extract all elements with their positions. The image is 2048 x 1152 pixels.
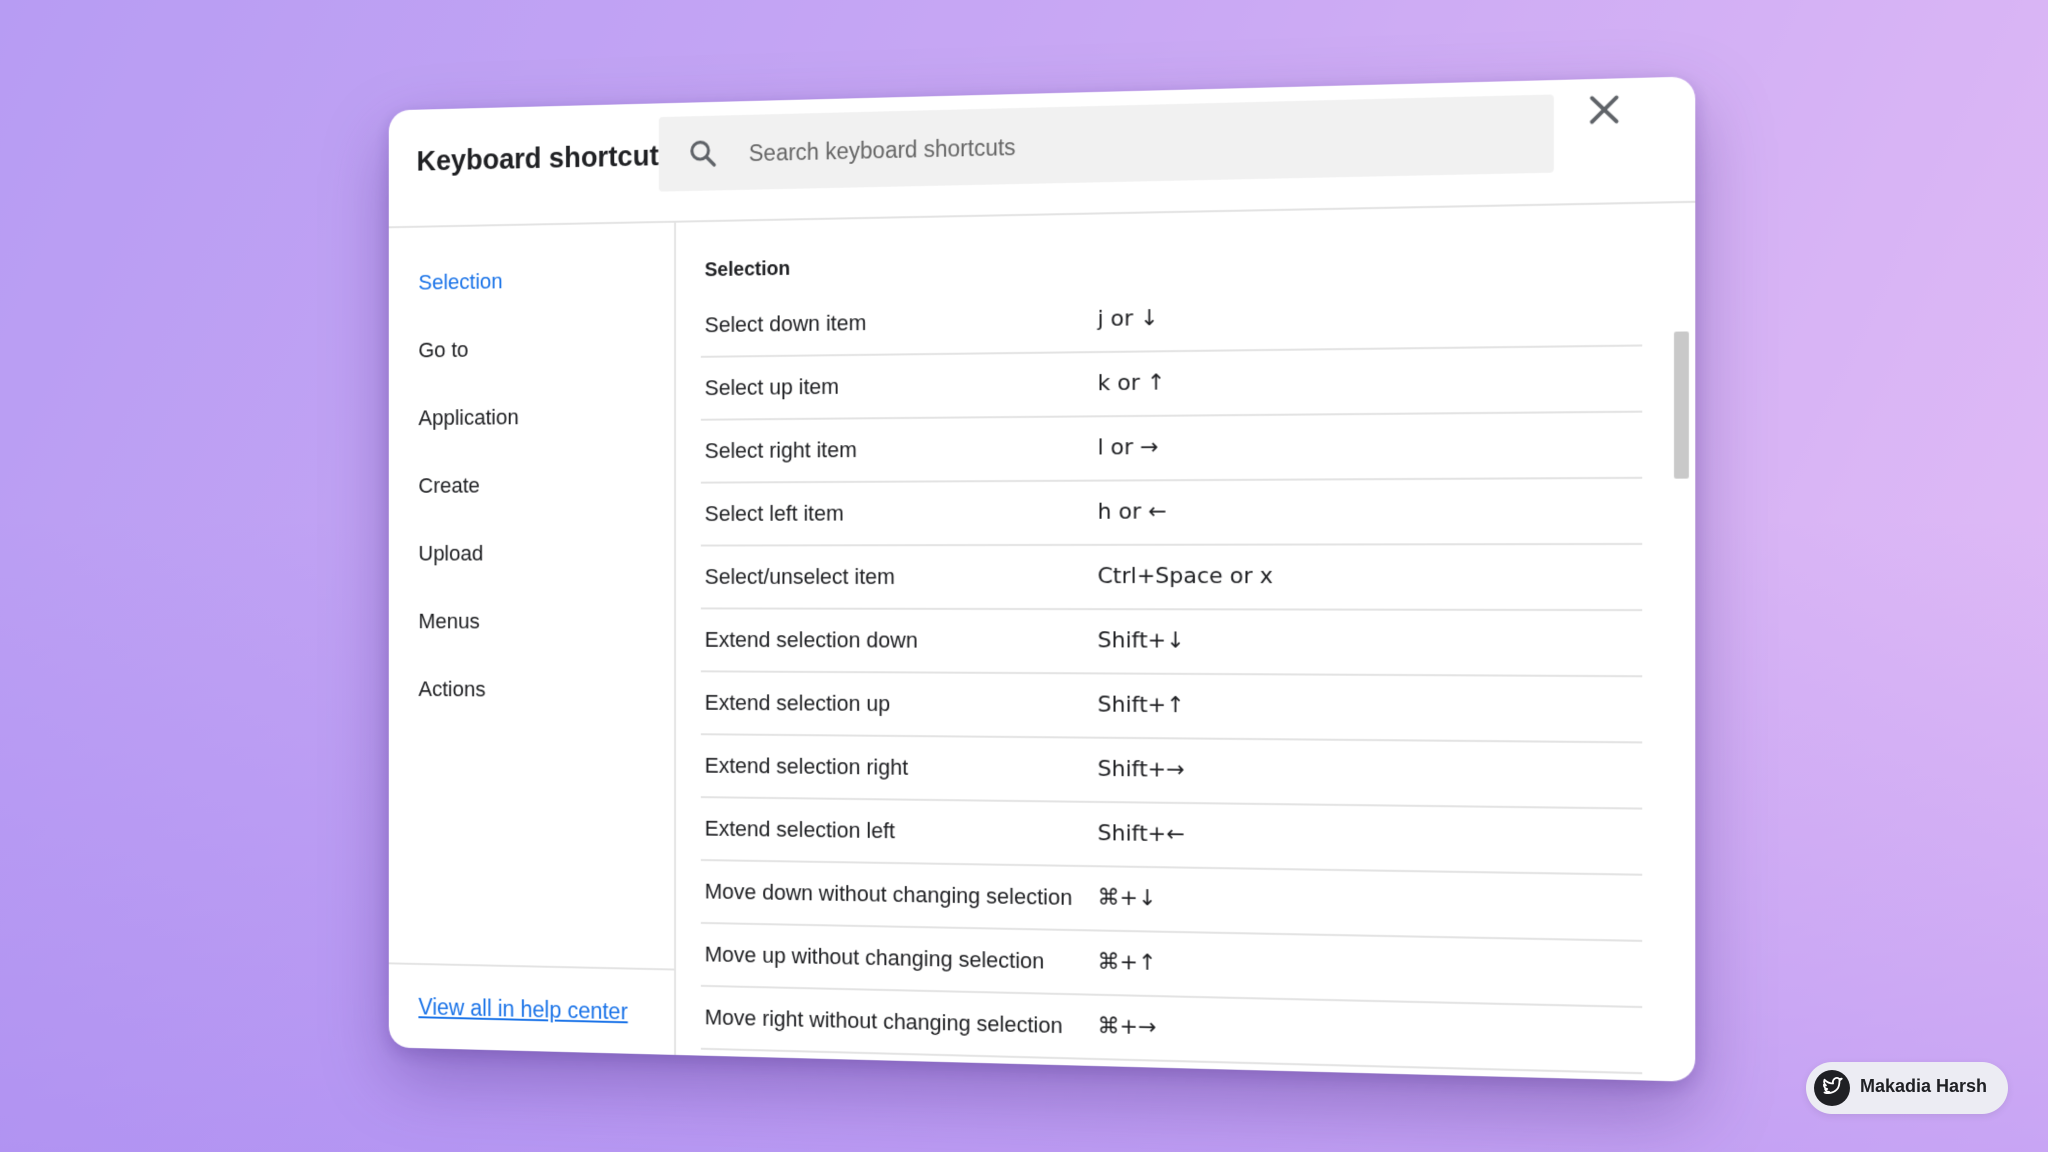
shortcut-row: Select up item k or ↑ [700,346,1643,421]
sidebar-item-application[interactable]: Application [418,405,518,431]
shortcut-action: Select left item [704,500,844,526]
shortcut-keys: l or → [1097,434,1159,461]
shortcut-action: Select/unselect item [704,564,895,589]
shortcut-row: Extend selection up Shift+↑ [700,672,1643,744]
shortcut-keys: k or ↑ [1097,370,1166,397]
dialog-header: Keyboard shortcuts [388,76,1696,229]
dialog-title: Keyboard shortcuts [416,140,675,178]
keyboard-shortcuts-dialog: Keyboard shortcuts Selection Go to Appli… [388,76,1696,1082]
author-badge[interactable]: Makadia Harsh [1806,1062,2008,1114]
shortcuts-panel: Selection Select down item j or ↓ Select… [676,203,1695,1082]
shortcut-row: Select/unselect item Ctrl+Space or x [700,544,1643,612]
shortcut-row: Select down item j or ↓ [700,280,1643,358]
shortcut-keys: ⌘+↓ [1097,885,1157,912]
help-center-link[interactable]: View all in help center [418,994,627,1025]
shortcut-keys: j or ↓ [1097,305,1159,332]
shortcut-keys: Shift+↑ [1097,692,1185,719]
shortcut-action: Extend selection right [704,752,909,780]
search-box[interactable] [658,94,1554,192]
shortcut-row: Select right item l or → [700,412,1643,484]
bird-logo-icon [1814,1070,1850,1106]
shortcut-list: Select down item j or ↓ Select up item k… [700,280,1643,1075]
shortcut-row: Select left item h or ← [700,478,1643,547]
shortcut-row: Extend selection down Shift+↓ [700,609,1643,678]
shortcut-action: Extend selection up [704,690,891,717]
search-input[interactable] [746,114,1512,175]
shortcut-action: Select up item [704,373,840,401]
search-icon [687,137,718,169]
sidebar-footer: View all in help center [388,962,675,1055]
category-sidebar: Selection Go to Application Create Uploa… [388,222,677,1055]
scrollbar-thumb[interactable] [1674,331,1689,479]
shortcut-row: Extend selection right Shift+→ [700,735,1643,810]
close-icon[interactable] [1583,89,1625,131]
shortcut-action: Select right item [704,437,857,463]
sidebar-item-menus[interactable]: Menus [418,609,479,634]
author-name: Makadia Harsh [1860,1076,1988,1096]
sidebar-item-go-to[interactable]: Go to [418,337,468,363]
shortcut-keys: h or ← [1097,499,1167,525]
shortcut-action: Select down item [704,310,867,338]
shortcut-keys: Shift+↓ [1097,628,1185,654]
shortcut-action: Move up without changing selection [704,941,1045,974]
sidebar-item-actions[interactable]: Actions [418,677,485,703]
sidebar-item-selection[interactable]: Selection [418,269,502,296]
shortcut-action: Move right without changing selection [704,1004,1063,1039]
shortcut-keys: Ctrl+Space or x [1097,563,1274,590]
sidebar-item-create[interactable]: Create [418,473,479,499]
shortcut-keys: ⌘+→ [1097,1013,1157,1041]
shortcut-keys: Shift+← [1097,821,1185,848]
shortcut-keys: ⌘+↑ [1097,949,1157,976]
section-title: Selection [704,257,791,282]
shortcut-action: Extend selection left [704,815,896,844]
shortcut-action: Move down without changing selection [704,878,1073,910]
stage: Keyboard shortcuts Selection Go to Appli… [0,0,2048,1152]
shortcut-action: Extend selection down [704,627,918,653]
sidebar-item-upload[interactable]: Upload [418,541,483,566]
shortcut-keys: Shift+→ [1097,756,1185,783]
